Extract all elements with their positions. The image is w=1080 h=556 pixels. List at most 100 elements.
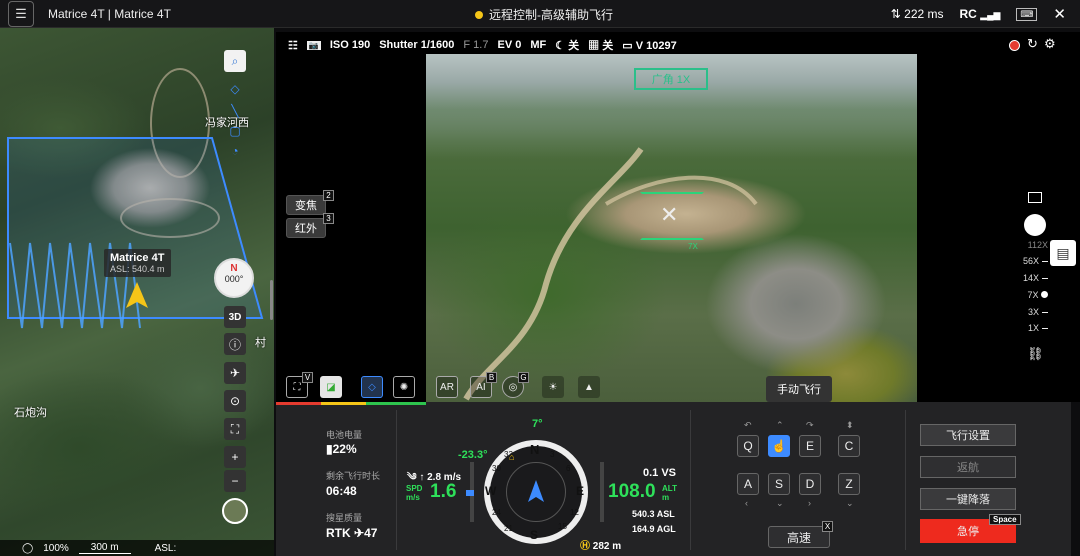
- tool-badge-b: B: [486, 372, 497, 383]
- visible-lens-button[interactable]: 变焦: [286, 195, 326, 215]
- link-icon[interactable]: ⛓: [1027, 346, 1044, 362]
- key-e[interactable]: E: [799, 435, 821, 457]
- aircraft-icon: [126, 282, 148, 308]
- chat-icon[interactable]: ▤: [1050, 240, 1076, 266]
- pin-point-icon[interactable]: ◇: [361, 376, 383, 398]
- close-button[interactable]: ✕: [1053, 5, 1066, 23]
- rth-button[interactable]: 返航: [920, 456, 1016, 478]
- photo-mode-icon[interactable]: [1028, 192, 1042, 203]
- record-button[interactable]: [1009, 40, 1020, 51]
- map-layer-icon[interactable]: [222, 498, 248, 524]
- infrared-lens-badge: 3: [323, 213, 334, 224]
- compass-south: S: [530, 528, 539, 542]
- gear-icon[interactable]: ⚙: [1044, 36, 1056, 52]
- compass-15: 15: [558, 522, 567, 531]
- satellite-icon[interactable]: ◯: [22, 543, 33, 554]
- fit-view-icon[interactable]: ⛶: [224, 418, 246, 440]
- fstop-value: F 1.7: [463, 39, 489, 51]
- view-3d-button[interactable]: 3D: [224, 306, 246, 328]
- land-button[interactable]: 一键降落: [920, 488, 1016, 510]
- satellite-count-icon: ✈: [354, 526, 365, 540]
- key-c[interactable]: C: [838, 435, 860, 457]
- key-d[interactable]: D: [799, 473, 821, 495]
- toggle-2[interactable]: ▦ 关: [588, 37, 613, 53]
- shutter-button[interactable]: [1024, 214, 1046, 236]
- asl-value: 540.3 ASL: [632, 509, 675, 519]
- navigation-icon[interactable]: ▲: [578, 376, 600, 398]
- night-mode-icon: ☾: [555, 40, 566, 52]
- key-s[interactable]: S: [768, 473, 790, 495]
- map-resize-handle[interactable]: [270, 280, 273, 320]
- info-icon[interactable]: ⓘ: [224, 333, 246, 355]
- brightness-icon[interactable]: ☀: [542, 376, 564, 398]
- map-view[interactable]: Matrice 4T ASL: 540.4 m 冯家河西 石炮沟 村 ⌕ ◇ ╲…: [0, 28, 274, 556]
- camera-mode-icon[interactable]: 📷: [306, 40, 321, 50]
- map-compass[interactable]: N 000°: [214, 258, 254, 298]
- latency-value: 222 ms: [904, 7, 944, 21]
- zoom-7x-label: 7X: [1027, 290, 1039, 300]
- zoom-56x[interactable]: 56X: [1008, 256, 1048, 266]
- altitude-bar: [600, 462, 604, 522]
- zoom-7x[interactable]: 7X: [1008, 290, 1048, 300]
- home-distance-value: 282 m: [592, 541, 622, 552]
- heading-arrow-icon: [528, 480, 544, 502]
- ev-value[interactable]: EV 0: [497, 39, 521, 51]
- top-bar: ☰ Matrice 4T | Matrice 4T 远程控制-高级辅助飞行 ⇅ …: [0, 0, 1080, 28]
- compass-deg: 000°: [224, 274, 244, 284]
- rc-signal: RC ▂▄▆: [960, 7, 1001, 21]
- focus-mode[interactable]: MF: [530, 39, 546, 51]
- key-z[interactable]: Z: [838, 473, 860, 495]
- aircraft-locate-icon[interactable]: ✈: [224, 362, 246, 384]
- line-tool-icon[interactable]: ╲: [224, 100, 246, 122]
- signal-arrows-icon: ⇅: [890, 7, 901, 21]
- home-point-icon: Ⓗ: [580, 541, 590, 552]
- key-a[interactable]: A: [737, 473, 759, 495]
- rtk-value: RTK ✈47: [326, 526, 377, 540]
- camera-settings-icon[interactable]: ☷: [288, 39, 298, 52]
- zoom-14x[interactable]: 14X: [1008, 273, 1048, 283]
- infrared-lens-button[interactable]: 红外: [286, 218, 326, 238]
- zoom-out-button[interactable]: −: [224, 470, 246, 492]
- menu-icon[interactable]: ☰: [8, 0, 34, 27]
- compass-6: 6: [566, 464, 571, 473]
- zoom-1x[interactable]: 1X: [1008, 323, 1048, 333]
- down-icon: ⌄: [776, 498, 784, 508]
- agl-value: 164.9 AGL: [632, 524, 676, 534]
- descend-icon: ⌄: [846, 498, 854, 508]
- key-q[interactable]: Q: [737, 435, 759, 457]
- map-overlay-icon[interactable]: ◪: [320, 376, 342, 398]
- storage-value: V 10297: [635, 39, 677, 52]
- aircraft-label: Matrice 4T ASL: 540.4 m: [104, 249, 171, 277]
- visible-lens-badge: 2: [323, 190, 334, 201]
- flight-settings-button[interactable]: 飞行设置: [920, 424, 1016, 446]
- key-w[interactable]: ☝: [768, 435, 790, 457]
- search-icon[interactable]: ⌕: [224, 50, 246, 72]
- area-tool-icon[interactable]: ▢: [224, 120, 246, 142]
- iso-value[interactable]: ISO 190: [330, 39, 370, 51]
- home-distance: Ⓗ 282 m: [580, 537, 621, 552]
- map-label-place: 石炮沟: [14, 407, 47, 419]
- zoom-112x-label: 112X: [1027, 240, 1048, 250]
- sun-icon[interactable]: ✺: [393, 376, 415, 398]
- zoom-56x-label: 56X: [1022, 256, 1039, 266]
- zoom-3x[interactable]: 3X: [1008, 307, 1048, 317]
- zoom-in-button[interactable]: +: [224, 446, 246, 468]
- home-locate-icon[interactable]: ⊙: [224, 390, 246, 412]
- toggle-1[interactable]: ☾ 关: [555, 37, 579, 53]
- manual-flight-tooltip: 手动飞行: [766, 376, 832, 402]
- flight-time-label: 剩余飞行时长: [326, 471, 381, 481]
- toggle-2-label: 关: [602, 40, 614, 52]
- battery-icon: ▮: [326, 442, 333, 456]
- crosshair-icon: ✕: [660, 202, 679, 227]
- pin-icon[interactable]: ◇: [224, 78, 246, 100]
- ascend-icon: ⬍: [846, 420, 854, 430]
- refresh-icon[interactable]: ↻: [1027, 36, 1038, 52]
- flight-time-value: 06:48: [326, 484, 357, 498]
- ar-icon[interactable]: AR: [436, 376, 458, 398]
- aircraft-asl: ASL: 540.4 m: [110, 264, 165, 274]
- high-speed-button[interactable]: 高速: [768, 526, 830, 548]
- zoom-112x[interactable]: 112X: [1008, 240, 1048, 250]
- shutter-value[interactable]: Shutter 1/1600: [379, 39, 454, 51]
- circle-tool-icon[interactable]: ◔: [224, 140, 246, 162]
- keyboard-icon[interactable]: ⌨: [1016, 7, 1038, 21]
